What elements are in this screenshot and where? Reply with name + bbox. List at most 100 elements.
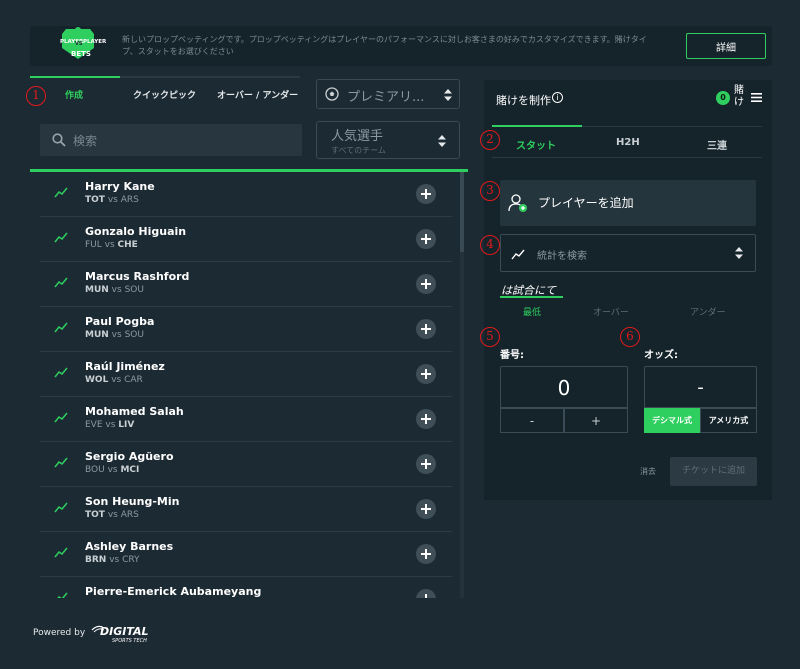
player-row[interactable]: Raúl Jiménez WOL vs CAR [40,352,452,397]
trend-icon [54,322,68,333]
decimal-odds-toggle[interactable]: デシマル式 [644,408,700,433]
powered-by-label: Powered by [33,628,86,638]
increment-button[interactable]: + [564,408,628,433]
segment-over[interactable]: オーバー [593,305,629,318]
player-vs-player-bets-logo: PLAYER VS PLAYER BETS [60,27,107,59]
vs-label: vs [107,510,118,520]
details-button[interactable]: 詳細 [686,33,766,59]
add-player-label: プレイヤーを追加 [538,196,634,210]
bet-tab-active-indicator [492,125,582,127]
home-team: FUL [85,240,102,250]
add-player-plus-icon[interactable] [416,499,436,519]
vs-label: vs [109,555,120,565]
odds-label: オッズ: [644,350,678,361]
tab-over-under[interactable]: オーバー / アンダー [217,88,298,101]
vs-label: vs [107,465,118,475]
annotation-5: 5 [480,327,500,347]
league-select-value: プレミアリ... [347,90,425,105]
select-arrows-icon [735,247,743,259]
info-icon[interactable]: i [552,92,563,103]
number-value[interactable]: 0 [500,366,628,408]
player-match: TOT vs ARS [85,195,139,205]
logo-brand-top: DIGITAL [100,625,149,638]
player-row[interactable]: Ashley Barnes BRN vs CRY [40,532,452,577]
annotation-2: 2 [480,130,500,150]
annotation-3: 3 [480,181,500,201]
away-team: LIV [118,420,135,430]
trend-icon [511,249,525,260]
decrement-button[interactable]: - [500,408,564,433]
away-team: MCI [120,465,140,475]
home-team: TOT [85,510,105,520]
away-team: CAR [124,375,143,385]
add-player-plus-icon[interactable] [416,319,436,339]
add-player-plus-icon[interactable] [416,544,436,564]
logo-text-bottom: BETS [71,50,91,58]
add-to-ticket-button[interactable]: チケットに追加 [670,457,757,486]
select-arrows-icon [438,135,446,147]
add-player-plus-icon[interactable] [416,364,436,384]
player-filter-value: 人気選手 [331,129,384,144]
tab-active-indicator [30,76,120,78]
league-select[interactable]: プレミアリ... [316,79,460,109]
player-row[interactable]: Mohamed Salah EVE vs LIV [40,397,452,442]
player-filter-select[interactable]: 人気選手 すべてのチーム [316,121,460,159]
add-player-plus-icon[interactable] [416,229,436,249]
player-name: Mohamed Salah [85,405,184,418]
segment-under[interactable]: アンダー [690,305,726,318]
player-match: BOU vs MCI [85,465,139,475]
trend-icon [54,277,68,288]
away-team: ARS [120,195,139,205]
tab-h2h[interactable]: H2H [616,137,640,148]
search-input[interactable]: 検索 [40,124,302,156]
player-row[interactable]: Sergio Agüero BOU vs MCI [40,442,452,487]
trend-icon [54,367,68,378]
bet-count-badge: 0 [716,91,730,105]
american-odds-toggle[interactable]: アメリカ式 [700,408,757,433]
trend-icon [57,592,68,598]
tab-create[interactable]: 作成 [65,88,83,101]
scrollbar-thumb[interactable] [460,172,464,252]
select-arrows-icon [444,89,452,101]
logo-brand-bottom: SPORTS TECH [112,638,147,644]
home-team: EVE [85,420,103,430]
player-row[interactable]: Paul Pogba MUN vs SOU [40,307,452,352]
player-name: Son Heung-Min [85,495,180,508]
add-player-plus-icon[interactable] [416,589,436,598]
away-team: CHE [117,240,138,250]
player-row[interactable]: Gonzalo Higuain FUL vs CHE [40,217,452,262]
player-row[interactable]: Marcus Rashford MUN vs SOU [40,262,452,307]
add-player-plus-icon[interactable] [416,454,436,474]
player-row[interactable]: Harry Kane TOT vs ARS [40,172,452,217]
add-player-plus-icon[interactable] [416,184,436,204]
tab-quick-pick[interactable]: クイックピック [133,88,196,101]
team-filter-value: すべてのチーム [331,146,386,155]
search-placeholder: 検索 [73,134,98,148]
player-name: Raúl Jiménez [85,360,165,373]
player-row[interactable]: Son Heung-Min TOT vs ARS [40,487,452,532]
soccer-ball-icon [325,87,339,101]
stat-search-placeholder: 統計を検索 [537,251,587,262]
vs-label: vs [105,420,116,430]
away-team: SOU [124,330,144,340]
player-row[interactable]: Pierre-Emerick Aubameyang [40,577,452,598]
clear-button[interactable]: 消去 [640,466,656,477]
stat-search-select[interactable]: 統計を検索 [500,234,756,272]
vs-label: vs [107,195,118,205]
segment-minimum[interactable]: 最低 [523,305,541,318]
add-player-button[interactable]: プレイヤーを追加 [500,180,756,226]
tab-stats[interactable]: スタット [516,137,556,152]
home-team: MUN [85,330,109,340]
home-team: BRN [85,555,107,565]
add-player-plus-icon[interactable] [416,274,436,294]
player-name: Pierre-Emerick Aubameyang [85,585,262,598]
add-player-plus-icon[interactable] [416,409,436,429]
logo-text-right: PLAYER [83,39,107,45]
tab-trifecta[interactable]: 三連 [707,137,727,152]
hamburger-menu-icon[interactable] [751,93,762,102]
away-team: CRY [122,555,140,565]
player-name: Ashley Barnes [85,540,174,553]
player-match: BRN vs CRY [85,555,140,565]
search-icon [52,133,66,147]
home-team: WOL [85,375,109,385]
